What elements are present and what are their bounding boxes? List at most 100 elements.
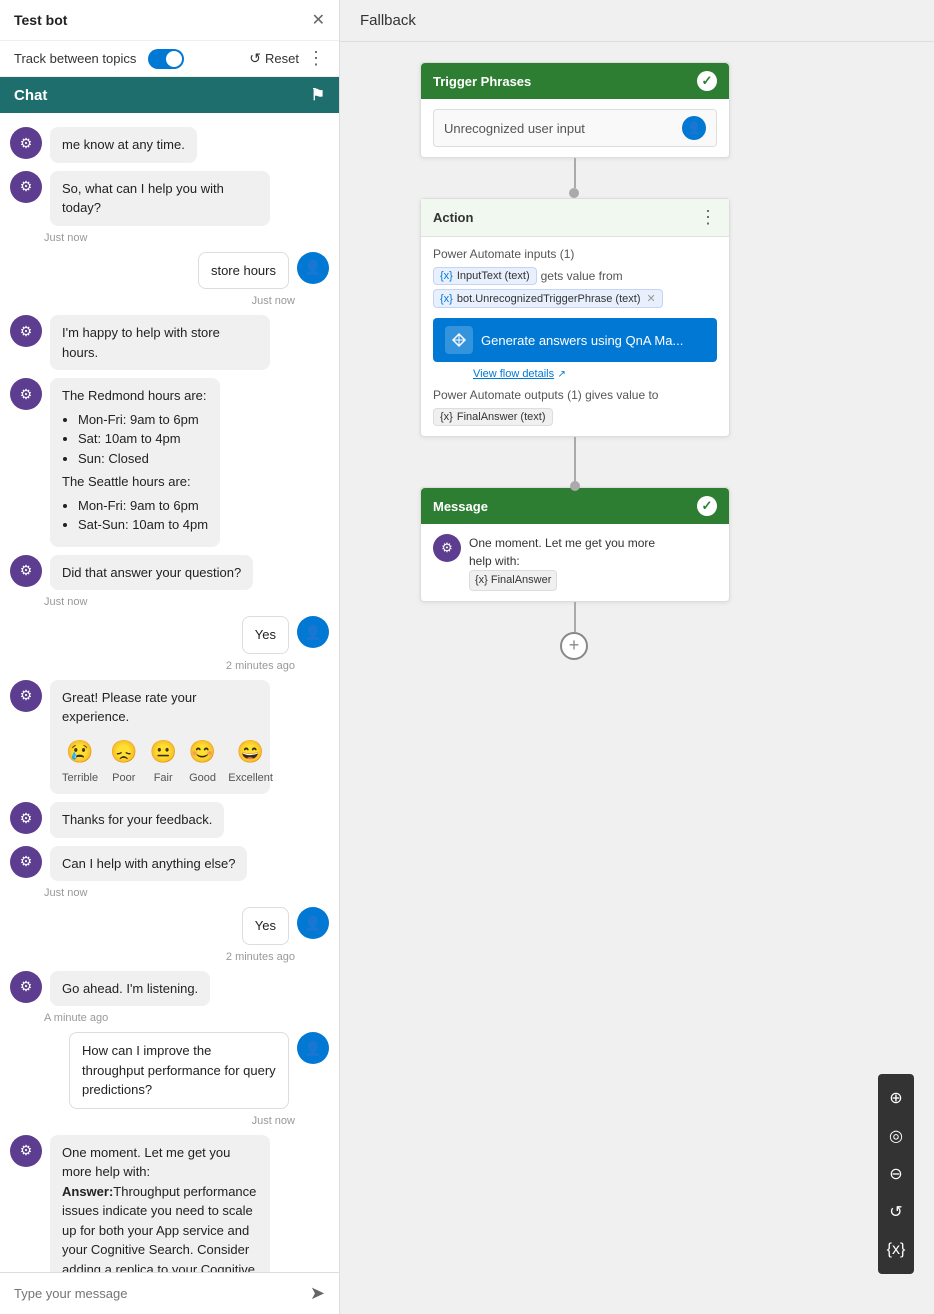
message-header: Message ✓: [421, 488, 729, 524]
target-button[interactable]: ◎: [878, 1118, 914, 1154]
message-row: 👤 How can I improve the throughput perfo…: [0, 1028, 339, 1113]
connector-dot-2: [570, 481, 580, 491]
add-node-button[interactable]: +: [560, 632, 588, 660]
trigger-chip-label: bot.UnrecognizedTriggerPhrase (text): [457, 293, 641, 305]
user-icon: 👤: [304, 259, 321, 276]
bot-avatar: ⚙: [10, 802, 42, 834]
pa-outputs-label: Power Automate outputs (1) gives value t…: [433, 388, 717, 402]
variables-button[interactable]: {x}: [878, 1232, 914, 1268]
generate-icon: [445, 326, 473, 354]
user-bubble: Yes: [242, 616, 289, 654]
bot-bubble: One moment. Let me get you more help wit…: [50, 1135, 270, 1273]
message-block: Message ✓ ⚙ One moment. Let me get you m…: [420, 487, 730, 602]
bot-icon: ⚙: [20, 135, 33, 152]
bot-avatar: ⚙: [10, 846, 42, 878]
message-text: One moment. Let me get you more help wit…: [469, 534, 655, 591]
chat-header: Chat ⚑: [0, 77, 339, 113]
user-icon: 👤: [304, 915, 321, 932]
user-avatar: 👤: [297, 616, 329, 648]
kebab-button[interactable]: ⋮: [307, 48, 325, 69]
final-answer-chip: {x} FinalAnswer: [469, 570, 557, 591]
input-text-chip: {x} InputText (text): [433, 267, 537, 285]
bot-bubble: Go ahead. I'm listening.: [50, 971, 210, 1007]
bot-avatar: ⚙: [10, 1135, 42, 1167]
generate-button[interactable]: Generate answers using QnA Ma...: [433, 318, 717, 362]
chip-close-icon[interactable]: ✕: [646, 292, 655, 305]
fair-label: Fair: [154, 770, 173, 787]
chat-title: Chat: [14, 87, 47, 104]
list-item: Mon-Fri: 9am to 6pm: [78, 496, 208, 516]
external-link-icon: ↗: [557, 369, 565, 380]
good-label: Good: [189, 770, 216, 787]
list-item: Sat-Sun: 10am to 4pm: [78, 515, 208, 535]
bot-bubble: Can I help with anything else?: [50, 846, 247, 882]
msg-text-2: help with:: [469, 554, 520, 568]
close-button[interactable]: ✕: [312, 10, 325, 30]
left-panel: Test bot ✕ Track between topics ↺ Reset …: [0, 0, 340, 1314]
message-row: ⚙ So, what can I help you with today?: [0, 167, 339, 230]
action-block: Action ⋮ Power Automate inputs (1) {x} I…: [420, 198, 730, 437]
bot-avatar: ⚙: [10, 680, 42, 712]
send-button[interactable]: ➤: [310, 1283, 325, 1304]
user-bubble: Yes: [242, 907, 289, 945]
view-flow-link[interactable]: View flow details: [473, 368, 554, 380]
zoom-out-button[interactable]: ⊖: [878, 1156, 914, 1192]
bot-bubble: me know at any time.: [50, 127, 197, 163]
undo-icon: ↺: [889, 1202, 902, 1222]
bot-bubble: So, what can I help you with today?: [50, 171, 270, 226]
message-row: ⚙ Great! Please rate your experience. 😢 …: [0, 676, 339, 799]
terrible-label: Terrible: [62, 770, 98, 787]
chat-input-area: ➤: [0, 1272, 339, 1314]
trigger-input-row: Unrecognized user input 👤: [433, 109, 717, 147]
bot-icon: ⚙: [20, 562, 33, 579]
emoji-good[interactable]: 😊 Good: [189, 735, 216, 787]
output-chip-label: FinalAnswer (text): [457, 411, 546, 423]
trigger-chip: {x} bot.UnrecognizedTriggerPhrase (text)…: [433, 289, 663, 308]
output-chip: {x} FinalAnswer (text): [433, 408, 553, 426]
timestamp: Just now: [0, 1115, 339, 1127]
chat-input[interactable]: [14, 1286, 302, 1301]
bot-avatar: ⚙: [10, 171, 42, 203]
track-toggle[interactable]: [148, 49, 184, 69]
trigger-phrases-body: Unrecognized user input 👤: [421, 99, 729, 157]
user-bubble: How can I improve the throughput perform…: [69, 1032, 289, 1109]
message-row: ⚙ Did that answer your question?: [0, 551, 339, 595]
trigger-header-label: Trigger Phrases: [433, 74, 531, 89]
user-icon: 👤: [304, 1040, 321, 1057]
message-row: 👤 Yes: [0, 612, 339, 658]
reset-icon: ↺: [249, 50, 261, 67]
flow-area: Trigger Phrases ✓ Unrecognized user inpu…: [340, 42, 934, 680]
zoom-in-button[interactable]: ⊕: [878, 1080, 914, 1116]
poor-icon: 😞: [110, 735, 137, 768]
gets-value-row: {x} InputText (text) gets value from: [433, 267, 717, 285]
trigger-user-icon: 👤: [682, 116, 706, 140]
message-bot-icon: ⚙: [433, 534, 461, 562]
terrible-icon: 😢: [66, 735, 93, 768]
right-header: Fallback: [340, 0, 934, 42]
action-kebab-button[interactable]: ⋮: [699, 207, 717, 228]
message-row: ⚙ Go ahead. I'm listening.: [0, 967, 339, 1011]
message-content: ⚙ One moment. Let me get you more help w…: [433, 534, 717, 591]
chat-body[interactable]: ⚙ me know at any time. ⚙ So, what can I …: [0, 113, 339, 1272]
undo-button[interactable]: ↺: [878, 1194, 914, 1230]
emoji-fair[interactable]: 😐 Fair: [149, 735, 176, 787]
trigger-phrases-block: Trigger Phrases ✓ Unrecognized user inpu…: [420, 62, 730, 158]
emoji-excellent[interactable]: 😄 Excellent: [228, 735, 273, 787]
user-avatar: 👤: [297, 907, 329, 939]
bot-icon: ⚙: [20, 386, 33, 403]
bot-icon: ⚙: [20, 810, 33, 827]
user-avatar: 👤: [297, 1032, 329, 1064]
bot-bubble: Great! Please rate your experience. 😢 Te…: [50, 680, 270, 795]
good-icon: 😊: [189, 735, 216, 768]
timestamp: 2 minutes ago: [0, 951, 339, 963]
connector-line-1: [574, 158, 576, 188]
emoji-terrible[interactable]: 😢 Terrible: [62, 735, 98, 787]
right-toolbar: ⊕ ◎ ⊖ ↺ {x}: [878, 1074, 914, 1274]
message-row: ⚙ I'm happy to help with store hours.: [0, 311, 339, 374]
bot-icon: ⚙: [20, 687, 33, 704]
reset-button[interactable]: ↺ Reset: [249, 50, 299, 67]
trigger-chip-icon: {x}: [440, 293, 453, 305]
timestamp: Just now: [0, 232, 339, 244]
msg-text-1: One moment. Let me get you more: [469, 536, 655, 550]
emoji-poor[interactable]: 😞 Poor: [110, 735, 137, 787]
